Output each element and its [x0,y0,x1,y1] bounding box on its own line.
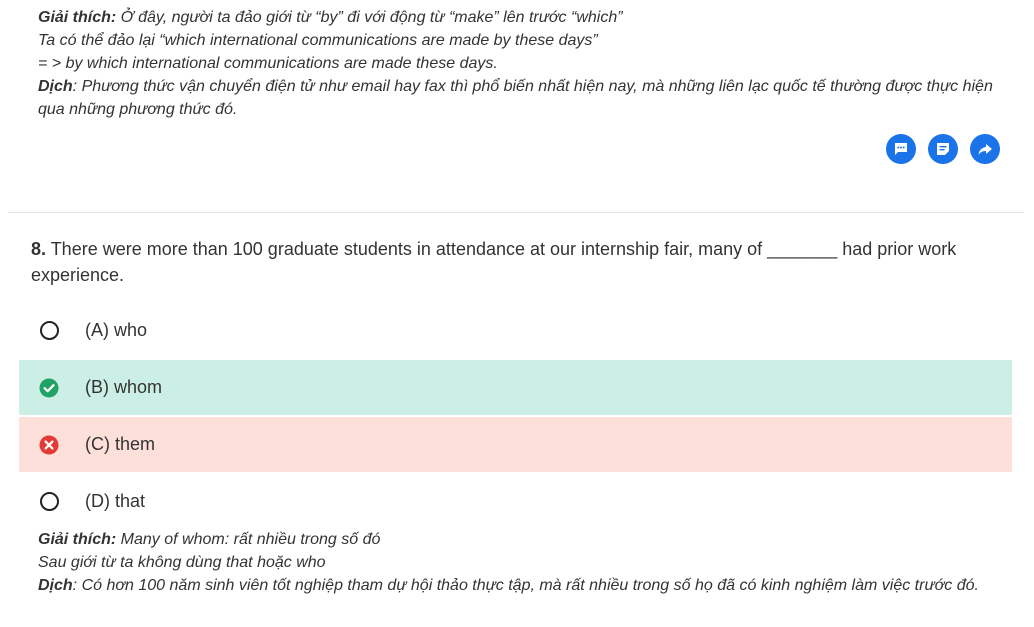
radio-button[interactable] [39,435,59,455]
translation-text: : Có hơn 100 năm sinh viên tốt nghiệp th… [72,577,979,594]
translation-label: Dịch [38,78,73,95]
explanation-line: Ta có thể đảo lại “which international c… [38,32,598,49]
share-button[interactable] [970,134,1000,164]
radio-empty-icon [39,321,59,340]
action-toolbar [886,134,1000,164]
section-divider [8,212,1024,213]
option-c[interactable]: (C) them [19,417,1012,472]
explanation-line: = > by which international communication… [38,55,498,72]
explanation-line: Sau giới từ ta không dùng that hoặc who [38,554,326,571]
comment-icon [895,143,907,155]
previous-explanation: Giải thích: Ở đây, người ta đảo giới từ … [38,6,1008,121]
option-a[interactable]: (A) who [19,303,1012,358]
translation-line: Dịch: Phương thức vận chuyển điện tử như… [38,75,1008,121]
radio-button[interactable] [39,492,59,512]
question-body: There were more than 100 graduate studen… [31,239,957,285]
question-number: 8. [31,239,47,259]
translation-line: Dịch: Có hơn 100 năm sinh viên tốt nghiệ… [38,574,1008,597]
option-label: (C) them [85,434,156,454]
radio-button[interactable] [39,378,59,398]
translation-text: : Phương thức vận chuyển điện tử như ema… [38,78,993,118]
explanation-line: Giải thích: Many of whom: rất nhiều tron… [38,528,1008,551]
explanation-text: Ở đây, người ta đảo giới từ “by” đi với … [116,9,623,26]
option-label: (D) that [85,491,146,511]
option-label: (B) whom [85,377,163,397]
radio-button[interactable] [39,321,59,341]
option-label: (A) who [85,320,148,340]
x-circle-icon [39,435,59,454]
question-text: 8. There were more than 100 graduate stu… [31,236,991,288]
option-d[interactable]: (D) that [19,474,1012,529]
translation-label: Dịch [38,577,73,594]
explanation-text: Many of whom: rất nhiều trong số đó [116,531,381,548]
explanation-label: Giải thích: [38,531,117,548]
radio-empty-icon [39,492,59,511]
comment-button[interactable] [886,134,916,164]
option-b[interactable]: (B) whom [19,360,1012,415]
share-icon [978,144,992,155]
note-button[interactable] [928,134,958,164]
check-circle-icon [39,378,59,397]
question-explanation: Giải thích: Many of whom: rất nhiều tron… [38,528,1008,597]
explanation-label: Giải thích: [38,9,117,26]
explanation-line: Giải thích: Ở đây, người ta đảo giới từ … [38,6,1008,29]
note-icon [937,143,949,155]
